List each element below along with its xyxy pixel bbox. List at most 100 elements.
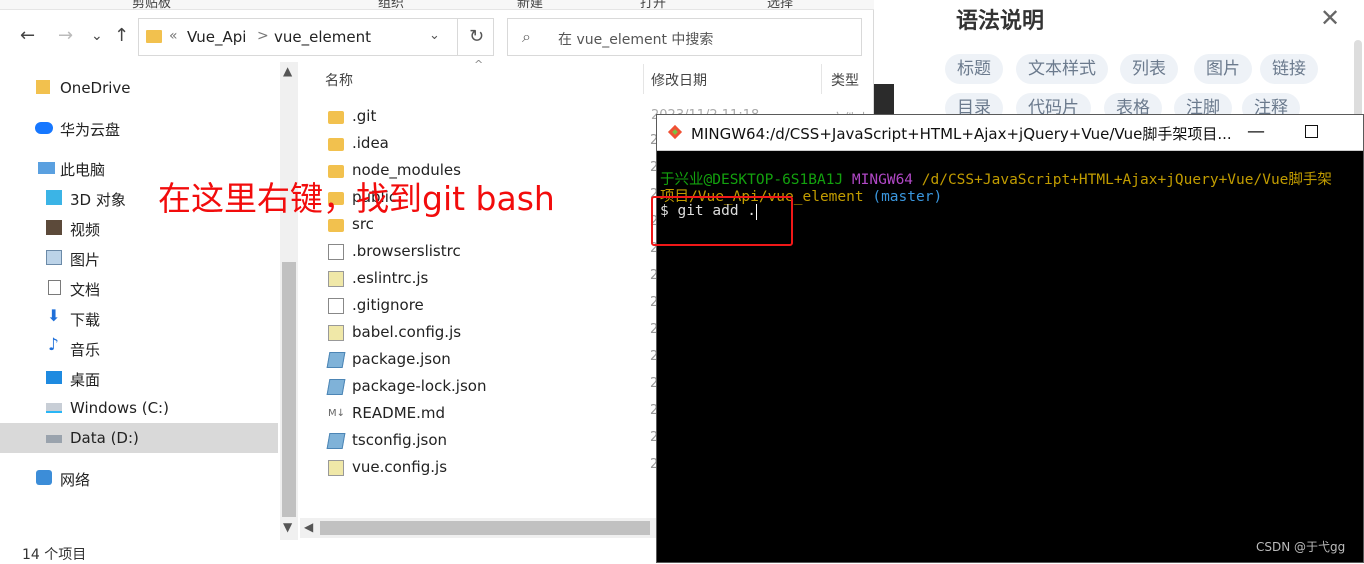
folder-icon (328, 219, 344, 232)
sidebar-item-drive-c[interactable]: Windows (C:) (0, 393, 278, 423)
picture-icon (46, 250, 62, 265)
sidebar-item-label: 桌面 (70, 371, 101, 389)
breadcrumb-vue-api[interactable]: Vue_Api (187, 28, 246, 46)
file-name: .git (352, 107, 377, 125)
file-row-vue-config[interactable]: vue.config.js (300, 455, 660, 482)
download-icon: ⬇ (47, 306, 61, 325)
js-file-icon (328, 271, 344, 287)
search-input[interactable]: 在 vue_element 中搜索 (558, 29, 713, 49)
git-bash-terminal[interactable]: MINGW64:/d/CSS+JavaScript+HTML+Ajax+jQue… (656, 114, 1364, 563)
sort-ascending-icon: ^ (474, 58, 484, 71)
js-file-icon (328, 460, 344, 476)
sidebar-item-drive-d[interactable]: Data (D:) (0, 423, 278, 453)
file-name: tsconfig.json (352, 431, 448, 449)
item-count: 14 个项目 (22, 547, 87, 563)
folder-icon (328, 111, 344, 124)
sidebar-item-label: 图片 (70, 251, 101, 269)
sidebar-item-downloads[interactable]: ⬇ 下载 (0, 303, 278, 333)
sidebar-item-label: 3D 对象 (70, 191, 126, 209)
terminal-title: MINGW64:/d/CSS+JavaScript+HTML+Ajax+jQue… (691, 125, 1232, 143)
sidebar-item-pictures[interactable]: 图片 (0, 243, 278, 273)
video-icon (46, 220, 62, 235)
file-row-package-json[interactable]: package.json (300, 347, 660, 374)
column-divider[interactable] (821, 64, 822, 94)
panel-scrollbar[interactable] (1354, 40, 1362, 120)
sidebar-item-music[interactable]: ♪ 音乐 (0, 333, 278, 363)
sidebar-item-network[interactable]: 网络 (0, 463, 278, 493)
file-name: .idea (352, 134, 389, 152)
file-row-browserslistrc[interactable]: .browserslistrc (300, 239, 660, 266)
scroll-left-icon[interactable]: ◀ (304, 520, 313, 534)
network-icon (36, 470, 52, 485)
scroll-up-icon[interactable]: ▲ (283, 64, 292, 78)
close-icon[interactable]: ✕ (1320, 4, 1340, 32)
scroll-down-icon[interactable]: ▼ (283, 520, 292, 534)
sidebar-item-label: 视频 (70, 221, 101, 239)
git-logo-icon (667, 124, 683, 140)
navigation-bar: ← → ⌄ ↑ « Vue_Api > vue_element ⌄ ↻ ⌕ 在 … (0, 14, 874, 60)
file-row-git[interactable]: .git (300, 104, 660, 131)
panel-title: 语法说明 (956, 9, 1045, 34)
column-header-type[interactable]: 类型 (831, 70, 859, 90)
tag-heading[interactable]: 标题 (945, 54, 1003, 84)
terminal-titlebar[interactable]: MINGW64:/d/CSS+JavaScript+HTML+Ajax+jQue… (657, 115, 1363, 151)
search-box[interactable]: ⌕ 在 vue_element 中搜索 (507, 18, 862, 56)
address-bar[interactable]: « Vue_Api > vue_element ⌄ ↻ (138, 18, 494, 56)
sidebar-item-onedrive[interactable]: OneDrive (0, 73, 278, 103)
tag-list[interactable]: 列表 (1120, 54, 1178, 84)
sidebar-item-label: Data (D:) (70, 429, 139, 447)
ribbon-groups: 剪贴板 组织 新建 打开 选择 (0, 0, 874, 10)
tag-image[interactable]: 图片 (1194, 54, 1252, 84)
file-row-readme[interactable]: M↓ README.md (300, 401, 660, 428)
back-button[interactable]: ← (20, 24, 35, 48)
prompt-path: /d/CSS+JavaScript+HTML+Ajax+jQuery+Vue/V… (921, 172, 1332, 188)
file-name: .eslintrc.js (352, 269, 429, 287)
drive-icon (46, 435, 62, 443)
markdown-file-icon: M↓ (328, 406, 345, 422)
computer-icon (38, 162, 55, 174)
sidebar-item-documents[interactable]: 文档 (0, 273, 278, 303)
file-name: package.json (352, 350, 451, 368)
tag-text-style[interactable]: 文本样式 (1016, 54, 1108, 84)
scrollbar-thumb[interactable] (282, 262, 296, 517)
column-header-name[interactable]: 名称 (325, 70, 353, 90)
refresh-button[interactable]: ↻ (457, 19, 495, 55)
file-icon (328, 244, 344, 260)
folder-icon (328, 138, 344, 151)
file-row-package-lock[interactable]: package-lock.json (300, 374, 660, 401)
column-divider[interactable] (643, 64, 644, 94)
watermark: CSDN @于弋gg (1256, 540, 1346, 554)
ribbon-group-open: 打开 (640, 0, 667, 10)
highlight-box (651, 196, 793, 246)
cube-icon (46, 190, 62, 205)
file-row-eslintrc[interactable]: .eslintrc.js (300, 266, 660, 293)
sidebar-item-huawei-cloud[interactable]: 华为云盘 (0, 113, 278, 143)
file-row-idea[interactable]: .idea (300, 131, 660, 158)
file-row-babel-config[interactable]: babel.config.js (300, 320, 660, 347)
folder-icon (146, 30, 162, 43)
maximize-button[interactable] (1305, 125, 1318, 138)
sidebar-scrollbar[interactable]: ▲ ▼ (280, 62, 298, 540)
column-header-modified[interactable]: 修改日期 (651, 70, 707, 90)
up-button[interactable]: ↑ (114, 24, 129, 48)
tag-link[interactable]: 链接 (1260, 54, 1318, 84)
ribbon-group-select: 选择 (767, 0, 794, 10)
text-file-icon (328, 298, 344, 314)
recent-locations-button[interactable]: ⌄ (91, 24, 103, 48)
file-name: README.md (352, 404, 446, 422)
breadcrumb-vue-element[interactable]: vue_element (274, 28, 371, 46)
annotation-text: 在这里右键，找到git bash (158, 179, 555, 218)
folder-icon (36, 80, 50, 94)
minimize-button[interactable]: — (1247, 121, 1265, 142)
forward-button[interactable]: → (58, 24, 73, 48)
file-row-gitignore[interactable]: .gitignore (300, 293, 660, 320)
file-row-tsconfig[interactable]: tsconfig.json (300, 428, 660, 455)
json-file-icon (326, 433, 346, 449)
json-file-icon (326, 379, 346, 395)
file-name: .gitignore (352, 296, 424, 314)
horizontal-scrollbar[interactable]: ◀ (300, 518, 660, 538)
chevron-down-icon[interactable]: ⌄ (429, 28, 440, 43)
scrollbar-thumb[interactable] (320, 521, 650, 535)
sidebar-item-desktop[interactable]: 桌面 (0, 363, 278, 393)
breadcrumb-overflow[interactable]: « (169, 28, 178, 44)
